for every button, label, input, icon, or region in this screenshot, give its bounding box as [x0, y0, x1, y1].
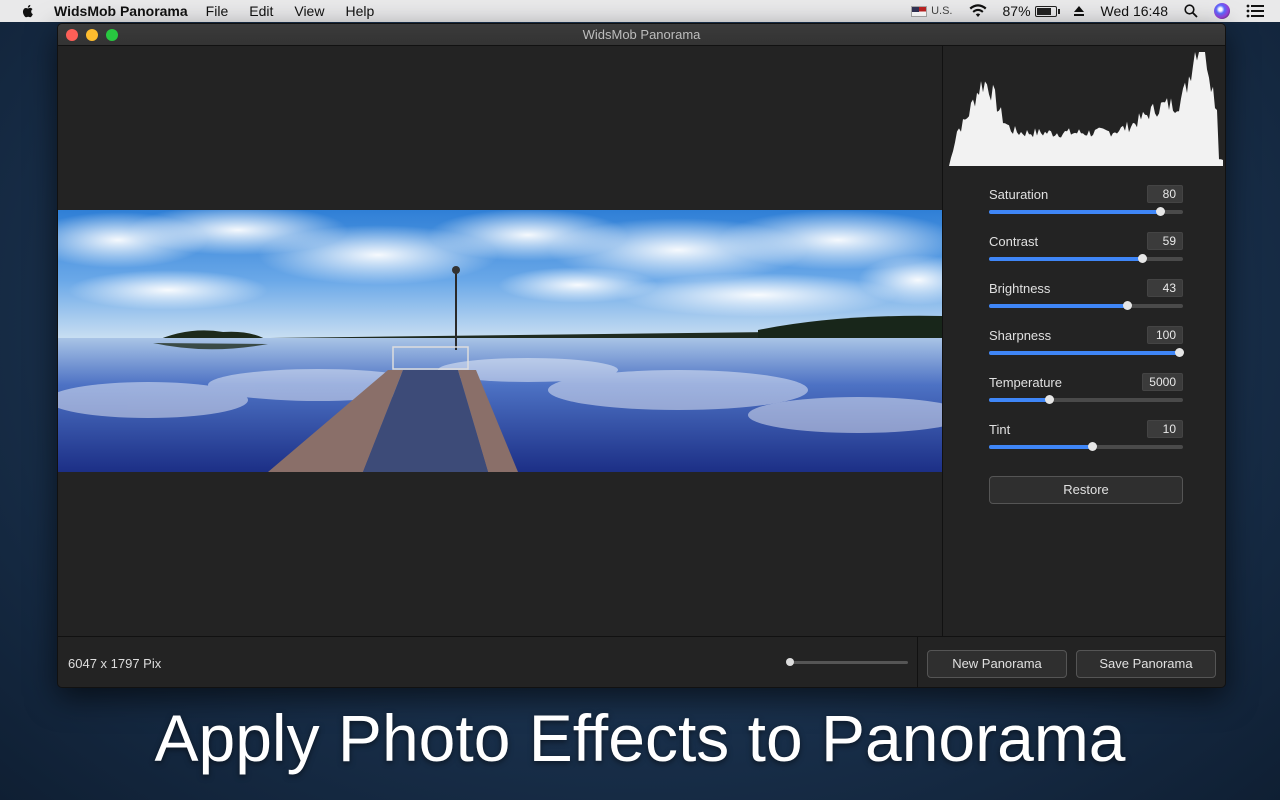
brightness-value-field[interactable]: 43	[1147, 279, 1183, 297]
apple-icon[interactable]	[20, 3, 36, 19]
menu-view[interactable]: View	[294, 0, 324, 22]
battery-icon	[1034, 5, 1060, 17]
brightness-slider[interactable]	[989, 301, 1183, 310]
new-panorama-button[interactable]: New Panorama	[927, 650, 1067, 678]
image-dimensions: 6047 x 1797 Pix	[68, 656, 162, 671]
tint-slider-knob[interactable]	[1087, 442, 1097, 451]
save-panorama-button[interactable]: Save Panorama	[1076, 650, 1216, 678]
brightness-slider-fill	[989, 304, 1127, 308]
menu-file[interactable]: File	[206, 0, 229, 22]
tint-slider-fill	[989, 445, 1092, 449]
contrast-slider-fill	[989, 257, 1143, 261]
contrast-slider-knob[interactable]	[1138, 254, 1148, 263]
title-bar[interactable]: WidsMob Panorama	[58, 24, 1225, 46]
adjustment-tint: Tint 10	[989, 420, 1183, 469]
battery-level-fill	[1036, 7, 1052, 15]
minimize-button[interactable]	[86, 29, 98, 41]
flag-icon[interactable]	[911, 5, 928, 17]
adjustment-contrast: Contrast 59	[989, 232, 1183, 281]
temperature-slider-knob[interactable]	[1045, 395, 1055, 404]
contrast-slider[interactable]	[989, 254, 1183, 263]
sharpness-slider-knob[interactable]	[1175, 348, 1185, 357]
zoom-slider-knob[interactable]	[786, 658, 794, 666]
close-button[interactable]	[66, 29, 78, 41]
clock[interactable]: Wed 16:48	[1101, 3, 1168, 19]
zoom-button[interactable]	[106, 29, 118, 41]
app-window: WidsMob Panorama Saturation 80 Contrast …	[57, 23, 1226, 688]
sharpness-label: Sharpness	[989, 328, 1052, 343]
adjustment-temperature: Temperature 5000	[989, 373, 1183, 422]
contrast-label: Contrast	[989, 234, 1039, 249]
saturation-label: Saturation	[989, 187, 1049, 202]
bottom-divider	[917, 637, 918, 687]
eject-icon[interactable]	[1073, 5, 1085, 17]
tint-label: Tint	[989, 422, 1011, 437]
brightness-label: Brightness	[989, 281, 1051, 296]
contrast-value-field[interactable]: 59	[1147, 232, 1183, 250]
tint-slider[interactable]	[989, 442, 1183, 451]
wifi-icon[interactable]	[969, 4, 987, 18]
temperature-slider-fill	[989, 398, 1050, 402]
adjustment-brightness: Brightness 43	[989, 279, 1183, 328]
image-canvas[interactable]	[58, 46, 942, 636]
adjustments-panel: Saturation 80 Contrast 59 Brightness 43 Sharpn…	[943, 46, 1225, 636]
saturation-slider-fill	[989, 210, 1160, 214]
histogram	[949, 52, 1223, 166]
menu-edit[interactable]: Edit	[249, 0, 273, 22]
menu-bar: WidsMob Panorama File Edit View Help U.S…	[0, 0, 1280, 22]
input-source-label[interactable]: U.S.	[931, 5, 952, 17]
brightness-slider-knob[interactable]	[1122, 301, 1132, 310]
restore-button[interactable]: Restore	[989, 476, 1183, 504]
sharpness-slider[interactable]	[989, 348, 1185, 357]
saturation-slider[interactable]	[989, 207, 1183, 216]
siri-icon[interactable]	[1214, 3, 1230, 19]
temperature-slider[interactable]	[989, 395, 1183, 404]
temperature-label: Temperature	[989, 375, 1062, 390]
status-menus: U.S. 87% Wed 16:48	[911, 0, 1280, 22]
promo-caption: Apply Photo Effects to Panorama	[154, 701, 1126, 775]
tint-value-field[interactable]: 10	[1147, 420, 1183, 438]
adjustment-saturation: Saturation 80	[989, 185, 1183, 234]
battery-percent: 87%	[1002, 3, 1031, 19]
menu-app-name[interactable]: WidsMob Panorama	[54, 0, 188, 22]
battery-status[interactable]: 87%	[1002, 3, 1060, 19]
adjustment-sharpness: Sharpness 100	[989, 326, 1185, 375]
menu-help[interactable]: Help	[345, 0, 374, 22]
sharpness-slider-fill	[989, 351, 1180, 355]
temperature-value-field[interactable]: 5000	[1142, 373, 1183, 391]
window-controls	[66, 29, 118, 41]
saturation-slider-knob[interactable]	[1155, 207, 1165, 216]
zoom-slider[interactable]	[786, 658, 908, 666]
bottom-bar: 6047 x 1797 Pix New Panorama Save Panora…	[58, 636, 1225, 687]
panorama-image	[58, 210, 942, 472]
search-icon[interactable]	[1184, 4, 1198, 18]
notification-center-icon[interactable]	[1246, 4, 1264, 18]
sharpness-value-field[interactable]: 100	[1147, 326, 1183, 344]
window-title: WidsMob Panorama	[582, 27, 701, 42]
saturation-value-field[interactable]: 80	[1147, 185, 1183, 203]
